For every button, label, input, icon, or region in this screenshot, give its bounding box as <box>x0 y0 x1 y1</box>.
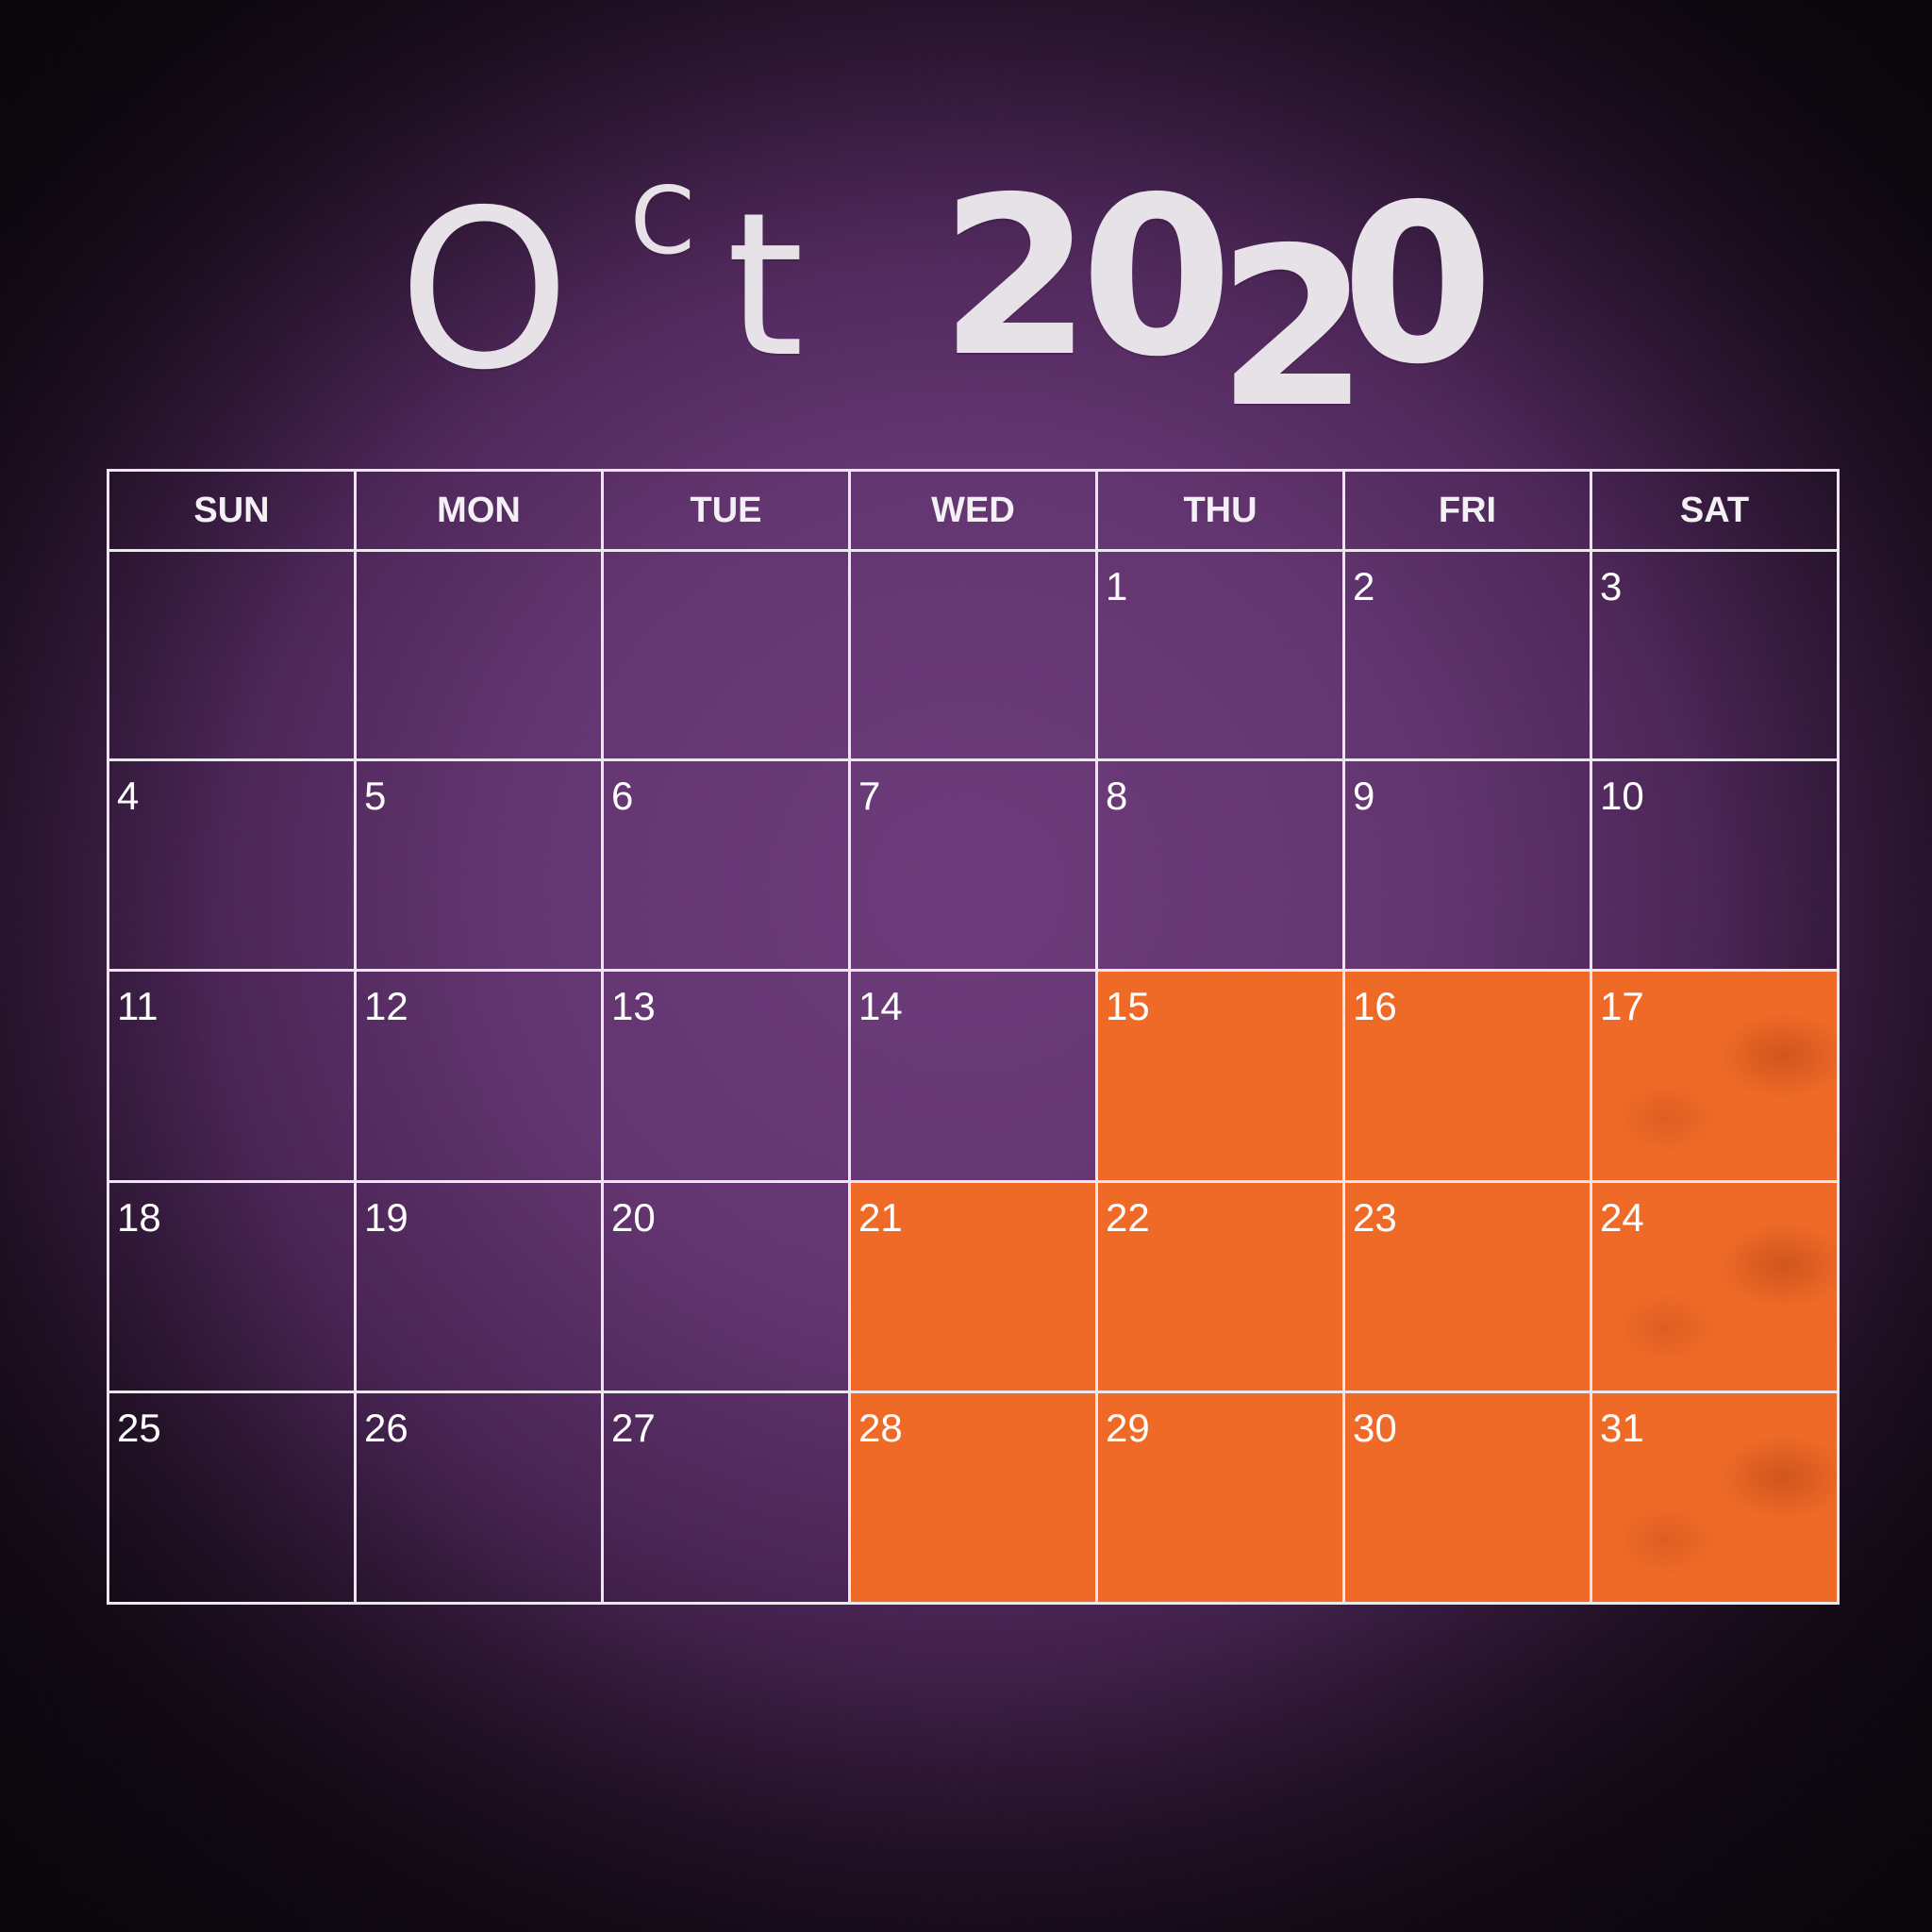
calendar-title: O C t 20 2 0 <box>0 0 1932 438</box>
day-number: 17 <box>1600 984 1644 1029</box>
day-cell-highlighted[interactable]: 15 <box>1095 969 1345 1183</box>
day-cell[interactable]: 7 <box>848 758 1098 973</box>
day-number: 8 <box>1106 773 1128 818</box>
day-number: 3 <box>1600 564 1623 608</box>
week-row: 1 2 3 <box>107 549 1840 761</box>
title-month-letter-o: O <box>398 163 571 418</box>
day-cell-highlighted[interactable]: 29 <box>1095 1391 1345 1605</box>
day-cell[interactable] <box>354 549 604 761</box>
day-number: 9 <box>1353 773 1375 818</box>
day-number: 26 <box>364 1406 408 1451</box>
day-cell[interactable]: 20 <box>601 1179 851 1394</box>
day-number: 19 <box>364 1194 408 1240</box>
day-number: 27 <box>611 1406 656 1451</box>
day-cell-highlighted[interactable]: 21 <box>848 1179 1098 1394</box>
day-number: 2 <box>1353 564 1375 608</box>
day-number <box>357 552 601 567</box>
calendar-table: SUN MON TUE WED THU FRI SAT 1 2 3 4 5 6 … <box>107 469 1840 1605</box>
day-cell[interactable]: 14 <box>848 969 1098 1183</box>
week-row: 4 5 6 7 8 9 10 <box>107 758 1840 973</box>
day-number <box>851 552 1095 567</box>
weekday-header: TUE <box>601 469 851 552</box>
weekday-header: SUN <box>107 469 357 552</box>
day-number: 11 <box>117 984 158 1029</box>
day-number: 30 <box>1353 1406 1397 1451</box>
day-number: 15 <box>1106 984 1150 1029</box>
day-number: 12 <box>364 984 408 1029</box>
day-cell[interactable]: 3 <box>1590 549 1840 761</box>
week-row: 18 19 20 21 22 23 24 <box>107 1179 1840 1394</box>
day-cell[interactable]: 2 <box>1342 549 1592 761</box>
day-cell-highlighted[interactable]: 28 <box>848 1391 1098 1605</box>
title-year-digit-0: 0 <box>1341 158 1493 412</box>
day-cell-highlighted[interactable]: 31 <box>1590 1391 1840 1605</box>
day-number: 20 <box>611 1194 656 1240</box>
title-year-first-half: 20 <box>940 150 1233 405</box>
day-cell[interactable]: 5 <box>354 758 604 973</box>
week-row: 25 26 27 28 29 30 31 <box>107 1391 1840 1605</box>
weekday-header: FRI <box>1342 469 1592 552</box>
day-number: 6 <box>611 773 634 818</box>
title-month-letter-t: t <box>726 170 805 401</box>
day-number: 18 <box>117 1194 161 1240</box>
day-cell[interactable] <box>107 549 357 761</box>
day-cell[interactable]: 13 <box>601 969 851 1183</box>
day-number: 5 <box>364 773 387 818</box>
day-number: 29 <box>1106 1406 1150 1451</box>
day-cell[interactable]: 18 <box>107 1179 357 1394</box>
title-year-digit-2: 2 <box>1217 201 1369 456</box>
day-cell-highlighted[interactable]: 17 <box>1590 969 1840 1183</box>
day-cell[interactable] <box>601 549 851 761</box>
day-number <box>109 552 354 567</box>
day-number: 1 <box>1106 564 1128 608</box>
day-number: 13 <box>611 984 656 1029</box>
day-cell[interactable]: 11 <box>107 969 357 1183</box>
day-cell[interactable]: 12 <box>354 969 604 1183</box>
weekday-header: SAT <box>1590 469 1840 552</box>
day-cell[interactable]: 1 <box>1095 549 1345 761</box>
calendar-grid: SUN MON TUE WED THU FRI SAT 1 2 3 4 5 6 … <box>107 469 1840 1605</box>
day-number <box>604 552 848 567</box>
title-month-letter-c: C <box>630 168 695 275</box>
day-cell[interactable]: 8 <box>1095 758 1345 973</box>
day-cell[interactable]: 19 <box>354 1179 604 1394</box>
day-number: 31 <box>1600 1406 1644 1451</box>
day-cell[interactable]: 4 <box>107 758 357 973</box>
day-number: 4 <box>117 773 140 818</box>
day-number: 16 <box>1353 984 1397 1029</box>
day-cell[interactable]: 9 <box>1342 758 1592 973</box>
weekday-header-row: SUN MON TUE WED THU FRI SAT <box>107 469 1840 552</box>
week-row: 11 12 13 14 15 16 17 <box>107 969 1840 1183</box>
day-cell[interactable]: 27 <box>601 1391 851 1605</box>
weekday-header: MON <box>354 469 604 552</box>
day-cell[interactable] <box>848 549 1098 761</box>
day-number: 25 <box>117 1406 161 1451</box>
day-number: 28 <box>858 1406 903 1451</box>
day-cell-highlighted[interactable]: 30 <box>1342 1391 1592 1605</box>
weekday-header: WED <box>848 469 1098 552</box>
day-number: 22 <box>1106 1194 1150 1240</box>
day-cell-highlighted[interactable]: 16 <box>1342 969 1592 1183</box>
day-number: 23 <box>1353 1194 1397 1240</box>
day-cell-highlighted[interactable]: 24 <box>1590 1179 1840 1394</box>
day-cell-highlighted[interactable]: 22 <box>1095 1179 1345 1394</box>
day-cell[interactable]: 26 <box>354 1391 604 1605</box>
day-number: 10 <box>1600 773 1644 818</box>
day-cell[interactable]: 10 <box>1590 758 1840 973</box>
day-cell-highlighted[interactable]: 23 <box>1342 1179 1592 1394</box>
day-number: 21 <box>858 1194 903 1240</box>
day-number: 14 <box>858 984 903 1029</box>
day-number: 24 <box>1600 1194 1644 1240</box>
day-cell[interactable]: 6 <box>601 758 851 973</box>
weekday-header: THU <box>1095 469 1345 552</box>
day-cell[interactable]: 25 <box>107 1391 357 1605</box>
day-number: 7 <box>858 773 881 818</box>
